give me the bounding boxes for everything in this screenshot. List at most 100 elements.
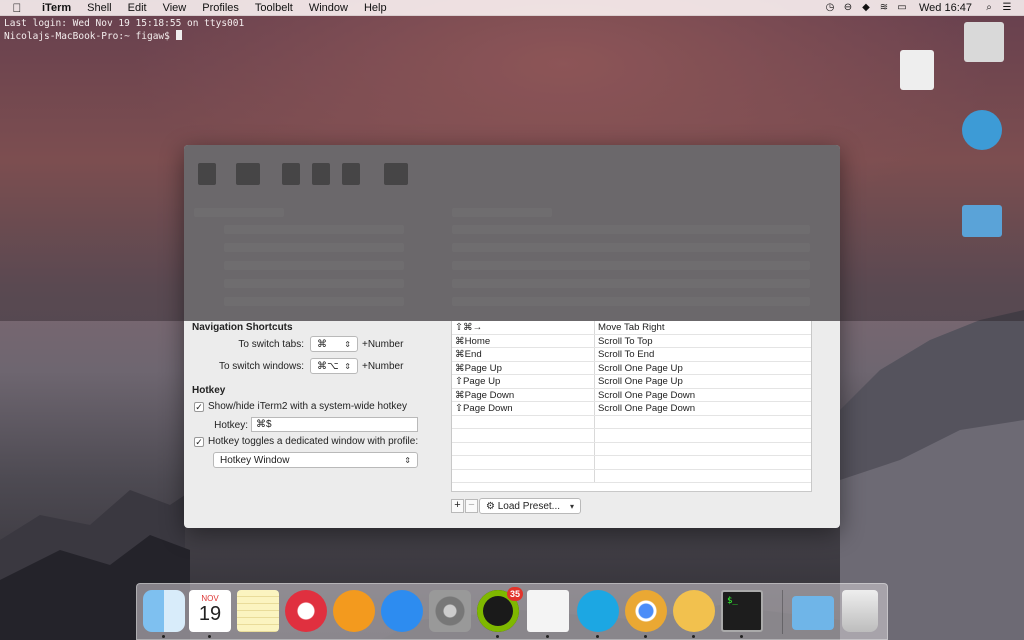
ghost-row [452,297,810,306]
desktop-file-icon[interactable] [964,22,1004,62]
switch-tabs-value: ⌘ [317,338,327,350]
desktop-folder-icon[interactable] [962,205,1002,237]
menubar-clock[interactable]: Wed 16:47 [911,2,980,14]
calendar-month: NOV [201,594,219,603]
switch-windows-popup[interactable]: ⌘⌥ ⇕ [310,358,358,374]
action-cell: Scroll One Page Down [598,403,696,414]
ghost-row [224,261,404,270]
toolbar-keys-icon [312,163,330,185]
key-combination-cell [452,469,595,482]
hotkey-title: Hotkey [192,385,226,396]
terminal-overlap-region [184,145,840,321]
key-combination-cell: ⌘End [452,348,595,361]
wifi-icon[interactable]: ≋ [875,2,893,13]
dedicated-window-checkbox[interactable]: ✓ Hotkey toggles a dedicated window with… [194,436,418,447]
popup-arrows-icon: ⇕ [404,455,411,465]
desktop-document-icon[interactable] [900,50,934,90]
hotkey-profile-popup[interactable]: Hotkey Window ⇕ [213,452,418,468]
notes-icon[interactable] [237,590,279,632]
switch-tabs-popup[interactable]: ⌘ ⇕ [310,336,358,352]
key-bindings-table[interactable]: ⇧⌘→ Move Tab Right ⌘Home Scroll To Top ⌘End S… [451,321,812,492]
action-cell [595,456,811,469]
trash-icon[interactable] [842,590,878,632]
dropbox-icon[interactable]: ◆ [857,2,875,13]
sync-icon[interactable]: ⊖ [839,2,857,13]
downloads-folder-icon[interactable] [792,596,834,630]
table-row[interactable]: ⇧Page Up Scroll One Page Up [452,375,811,389]
remove-binding-button[interactable]: − [465,499,478,513]
menu-window[interactable]: Window [301,2,356,14]
terminal-icon[interactable]: $_ [721,590,763,632]
key-combination-cell: ⌘Page Up [452,361,595,374]
gear-icon: ⚙ [486,500,495,512]
key-combination-cell: ⌘Page Down [452,388,595,401]
ghost-row [224,243,404,252]
key-combination-cell: ⇧⌘→ [452,321,595,334]
load-preset-label: Load Preset... [497,500,561,512]
calendar-icon[interactable]: NOV 19 [189,590,231,632]
ibooks-icon[interactable] [333,590,375,632]
app-store-icon[interactable] [381,590,423,632]
show-hide-check[interactable]: ✓ [194,401,204,412]
menu-shell[interactable]: Shell [79,2,119,14]
search-icon[interactable]: ⌕ [980,2,998,13]
hotkey-field[interactable]: ⌘$ [251,417,418,432]
action-cell [595,416,811,429]
chrome-icon[interactable] [625,590,667,632]
table-row[interactable]: ⌘Home Scroll To Top [452,334,811,348]
ghost-row [194,208,284,217]
ghost-row [224,225,404,234]
calendar-day: 19 [198,603,222,625]
list-icon[interactable]: ☰ [998,2,1016,13]
table-row[interactable] [452,442,811,456]
wunderlist-icon[interactable] [673,590,715,632]
menu-toolbelt[interactable]: Toolbelt [247,2,301,14]
chevron-down-icon: ▾ [569,501,574,511]
itunes-icon[interactable] [285,590,327,632]
table-row[interactable] [452,415,811,429]
running-indicator [692,635,695,638]
table-row[interactable] [452,469,811,483]
menu-iterm[interactable]: iTerm [34,2,79,14]
ghost-row [452,279,810,288]
table-row[interactable]: ⌘Page Up Scroll One Page Up [452,361,811,375]
table-row[interactable]: ⌘End Scroll To End [452,348,811,362]
table-row[interactable]: ⇧⌘→ Move Tab Right [452,321,811,335]
dedicated-window-label: Hotkey toggles a dedicated window with p… [208,436,419,447]
system-preferences-icon[interactable] [429,590,471,632]
table-row[interactable]: ⌘Page Down Scroll One Page Down [452,388,811,402]
show-hide-label: Show/hide iTerm2 with a system-wide hotk… [208,401,407,412]
popup-arrows-icon: ⇕ [344,361,351,371]
action-cell: Scroll One Page Up [598,362,683,374]
menu-view[interactable]: View [155,2,195,14]
menu-edit[interactable]: Edit [120,2,155,14]
action-cell [595,443,811,456]
terminal-prompt: Nicolajs-MacBook-Pro:~ figaw$ [4,31,170,42]
menu-help[interactable]: Help [356,2,395,14]
ghost-row [224,297,404,306]
desktop-app-icon[interactable] [962,110,1002,150]
apple-icon[interactable]:  [0,1,34,15]
skype-icon[interactable] [577,590,619,632]
table-row[interactable] [452,429,811,443]
menu-profiles[interactable]: Profiles [194,2,247,14]
add-binding-button[interactable]: + [451,499,464,513]
popup-arrows-icon: ⇕ [344,339,351,349]
key-combination-cell: ⇧Page Down [452,402,595,415]
key-combination-cell [452,429,595,442]
load-preset-popup[interactable]: ⚙ Load Preset... ▾ [479,498,581,514]
table-row[interactable]: ⇧Page Down Scroll One Page Down [452,402,811,416]
table-row[interactable] [452,456,811,470]
textedit-icon[interactable] [527,590,569,632]
clock-icon[interactable]: ◷ [821,2,839,13]
spotify-badge: 35 [507,587,524,601]
preferences-window: Navigation Shortcuts To switch tabs: ⌘ ⇕… [184,145,840,528]
dock: NOV 19 35 $_ [136,583,888,640]
terminal-output[interactable]: Last login: Wed Nov 19 15:18:55 on ttys0… [0,16,1024,45]
battery-icon[interactable]: ▭ [893,2,911,13]
dedicated-window-check[interactable]: ✓ [194,436,204,447]
show-hide-hotkey-checkbox[interactable]: ✓ Show/hide iTerm2 with a system-wide ho… [194,401,407,412]
finder-icon[interactable] [143,590,185,632]
key-combination-cell: ⌘Home [452,334,595,347]
action-cell [595,429,811,442]
